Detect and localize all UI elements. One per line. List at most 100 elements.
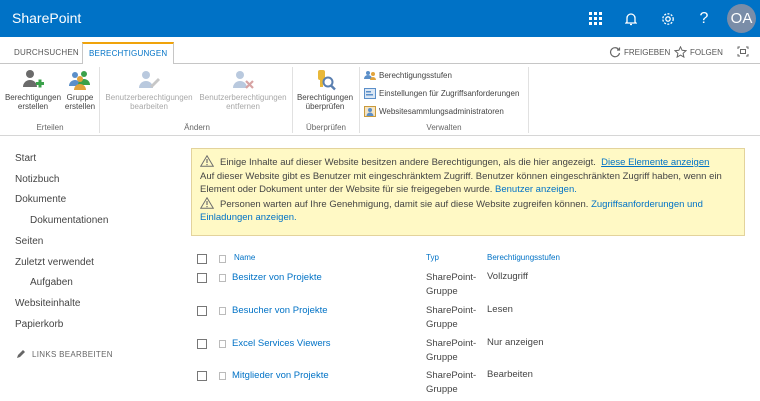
row-item-icon xyxy=(219,372,226,380)
nav-item-recent[interactable]: Zuletzt verwendet xyxy=(15,257,94,268)
edit-links-button[interactable]: LINKS BEARBEITEN xyxy=(16,349,113,359)
permission-levels-button[interactable]: Berechtigungsstufen xyxy=(364,70,452,81)
permission-levels-icon xyxy=(364,71,376,80)
remove-user-line2: entfernen xyxy=(226,102,260,111)
group-label-change: Ändern xyxy=(184,123,210,132)
warning-triangle-icon xyxy=(200,155,214,167)
row-checkbox[interactable] xyxy=(197,339,207,349)
group-link-visitors[interactable]: Besucher von Projekte xyxy=(232,305,328,316)
create-permissions-line1: Berechtigungen xyxy=(4,93,62,102)
access-request-icon xyxy=(364,88,376,99)
create-group-button[interactable]: Gruppe erstellen xyxy=(64,68,96,111)
row-type: SharePoint-Gruppe xyxy=(426,272,477,297)
nav-item-notebook[interactable]: Notizbuch xyxy=(15,174,59,185)
check-permissions-icon xyxy=(318,70,336,91)
access-request-settings-button[interactable]: Einstellungen für Zugriffsanforderungen xyxy=(364,88,519,99)
create-permissions-button[interactable]: Berechtigungen erstellen xyxy=(3,68,63,111)
remove-user-line1: Benutzerberechtigungen xyxy=(199,93,287,102)
row-permission-level: Bearbeiten xyxy=(487,369,533,380)
warning-line-2-text: Auf dieser Website gibt es Benutzer mit … xyxy=(200,170,722,196)
nav-item-tasks[interactable]: Aufgaben xyxy=(30,277,73,288)
brand-title[interactable]: SharePoint xyxy=(12,10,81,26)
access-request-label: Einstellungen für Zugriffsanforderungen xyxy=(379,89,520,98)
group-icon xyxy=(69,71,90,90)
warning-line-1-text: Einige Inhalte auf dieser Website besitz… xyxy=(220,157,596,168)
column-header-name[interactable]: Name xyxy=(234,253,255,262)
focus-content-button[interactable] xyxy=(737,46,749,57)
group-label-check: Überprüfen xyxy=(305,123,347,132)
create-permissions-line2: erstellen xyxy=(17,102,49,111)
row-type: SharePoint-Gruppe xyxy=(426,338,477,363)
remove-user-permissions-button[interactable]: Benutzerberechtigungen entfernen xyxy=(197,68,289,111)
group-label-create: Erteilen xyxy=(36,123,64,132)
show-items-link[interactable]: Diese Elemente anzeigen xyxy=(601,157,709,168)
gear-icon[interactable] xyxy=(650,0,686,37)
row-type: SharePoint-Gruppe xyxy=(426,305,477,330)
warning-triangle-icon xyxy=(200,196,214,209)
group-link-owners[interactable]: Besitzer von Projekte xyxy=(232,272,322,283)
select-all-checkbox[interactable] xyxy=(197,254,207,264)
help-icon[interactable]: ? xyxy=(686,0,722,37)
nav-item-documents[interactable]: Dokumente xyxy=(15,194,66,205)
warning-line-2: Auf dieser Website gibt es Benutzer mit … xyxy=(200,170,736,197)
remove-user-icon xyxy=(233,71,254,89)
edit-links-label: LINKS BEARBEITEN xyxy=(32,349,113,359)
ribbon: Berechtigungen erstellen Gruppe erstelle… xyxy=(0,64,760,136)
nav-item-site-contents[interactable]: Websiteinhalte xyxy=(15,298,80,309)
grant-permissions-icon xyxy=(23,70,44,88)
warning-message-box: Einige Inhalte auf dieser Website besitz… xyxy=(191,148,745,236)
ribbon-separator xyxy=(99,67,100,133)
ribbon-separator xyxy=(292,67,293,133)
site-admins-icon xyxy=(364,106,376,117)
row-item-icon xyxy=(219,340,226,348)
row-item-icon xyxy=(219,307,226,315)
warning-line-3: Personen warten auf Ihre Genehmigung, da… xyxy=(200,196,736,225)
app-launcher-icon[interactable] xyxy=(577,0,613,37)
nav-item-pages[interactable]: Seiten xyxy=(15,236,43,247)
row-type: SharePoint-Gruppe xyxy=(426,370,477,395)
group-label-manage: Verwalten xyxy=(426,123,462,132)
warning-line-3-text: Personen warten auf Ihre Genehmigung, da… xyxy=(220,198,589,210)
tab-permissions[interactable]: BERECHTIGUNGEN xyxy=(82,42,175,65)
check-permissions-line2: überprüfen xyxy=(305,102,345,111)
share-icon xyxy=(609,47,621,58)
tab-browse[interactable]: DURCHSUCHEN xyxy=(8,42,85,64)
follow-button[interactable]: FOLGEN xyxy=(674,46,723,58)
row-permission-level: Nur anzeigen xyxy=(487,337,544,348)
group-link-excel-viewers[interactable]: Excel Services Viewers xyxy=(232,338,331,349)
pencil-icon xyxy=(17,350,25,358)
column-header-levels[interactable]: Berechtigungsstufen xyxy=(487,253,560,262)
row-permission-level: Lesen xyxy=(487,304,513,315)
follow-label: FOLGEN xyxy=(690,47,723,57)
share-label: FREIGEBEN xyxy=(624,47,671,57)
create-group-line2: erstellen xyxy=(64,102,96,111)
edit-user-line2: bearbeiten xyxy=(130,102,168,111)
row-item-icon xyxy=(219,274,226,282)
ribbon-separator xyxy=(528,67,529,133)
column-header-type[interactable]: Typ xyxy=(426,253,439,262)
check-permissions-button[interactable]: Berechtigungen überprüfen xyxy=(295,68,355,111)
group-link-members[interactable]: Mitglieder von Projekte xyxy=(232,370,329,381)
nav-item-start[interactable]: Start xyxy=(15,153,36,164)
edit-user-icon xyxy=(139,71,160,88)
ribbon-tab-row: DURCHSUCHEN BERECHTIGUNGEN FREIGEBEN FOL… xyxy=(0,37,760,65)
bell-icon[interactable] xyxy=(613,0,649,37)
avatar[interactable]: OA xyxy=(727,4,756,33)
permission-levels-label: Berechtigungsstufen xyxy=(379,71,452,80)
warning-line-1: Einige Inhalte auf dieser Website besitz… xyxy=(200,155,736,170)
suite-bar: SharePoint ? OA xyxy=(0,0,760,37)
site-collection-admins-button[interactable]: Websitesammlungsadministratoren xyxy=(364,106,504,117)
share-button[interactable]: FREIGEBEN xyxy=(609,46,670,58)
row-checkbox[interactable] xyxy=(197,273,207,283)
focus-icon xyxy=(737,46,749,57)
show-users-link[interactable]: Benutzer anzeigen. xyxy=(495,184,577,195)
nav-item-documentations[interactable]: Dokumentationen xyxy=(30,215,108,226)
row-checkbox[interactable] xyxy=(197,306,207,316)
site-admins-label: Websitesammlungsadministratoren xyxy=(379,107,504,116)
row-checkbox[interactable] xyxy=(197,371,207,381)
help-glyph: ? xyxy=(699,9,709,27)
edit-user-permissions-button[interactable]: Benutzerberechtigungen bearbeiten xyxy=(104,68,194,111)
header-item-checkbox xyxy=(219,255,226,263)
row-permission-level: Vollzugriff xyxy=(487,271,529,282)
nav-item-recycle-bin[interactable]: Papierkorb xyxy=(15,319,63,330)
